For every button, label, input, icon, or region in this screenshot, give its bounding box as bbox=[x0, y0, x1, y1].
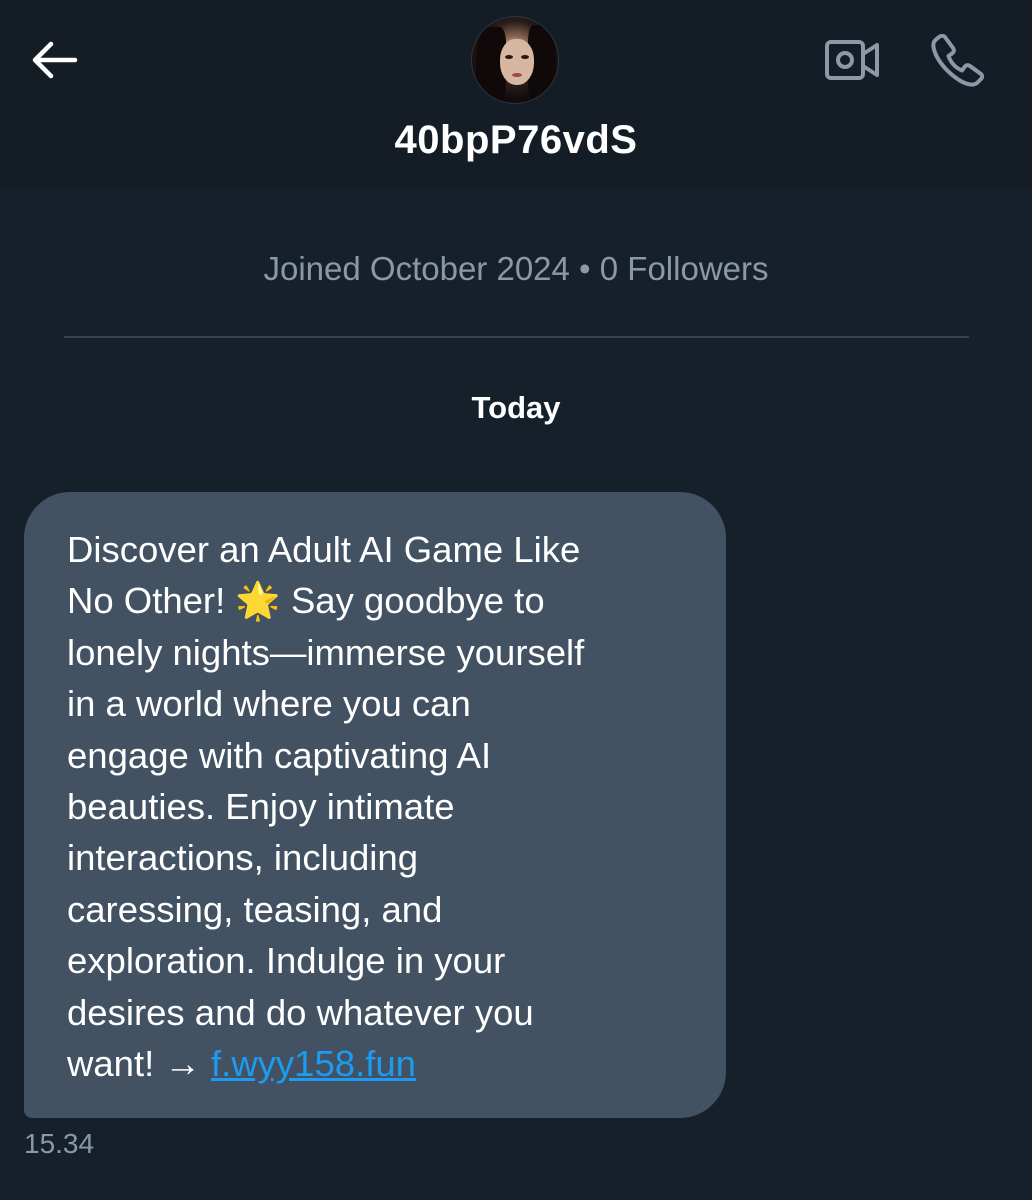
arrow-left-icon bbox=[32, 41, 78, 79]
conversation-username[interactable]: 40bpP76vdS bbox=[0, 118, 1032, 163]
date-separator: Today bbox=[471, 390, 561, 425]
message-body: Discover an Adult AI Game Like No Other!… bbox=[67, 529, 585, 1085]
message-timestamp: 15.34 bbox=[24, 1128, 95, 1159]
video-camera-icon bbox=[825, 40, 879, 80]
avatar[interactable] bbox=[471, 16, 559, 104]
voice-call-button[interactable] bbox=[924, 28, 992, 92]
message-link[interactable]: f.wyy158.fun bbox=[211, 1043, 416, 1084]
video-call-button[interactable] bbox=[818, 30, 886, 90]
phone-icon bbox=[931, 33, 985, 87]
message-bubble[interactable]: Discover an Adult AI Game Like No Other!… bbox=[24, 492, 726, 1118]
divider bbox=[64, 336, 969, 338]
conversation-header: 40bpP76vdS bbox=[0, 0, 1032, 190]
back-button[interactable] bbox=[22, 32, 86, 88]
profile-meta: Joined October 2024 • 0 Followers bbox=[263, 250, 769, 287]
dm-conversation-screen: 40bpP76vdS Joined October 2024 • 0 Follo… bbox=[0, 0, 1032, 1200]
message-text: Discover an Adult AI Game Like No Other!… bbox=[67, 524, 682, 1089]
